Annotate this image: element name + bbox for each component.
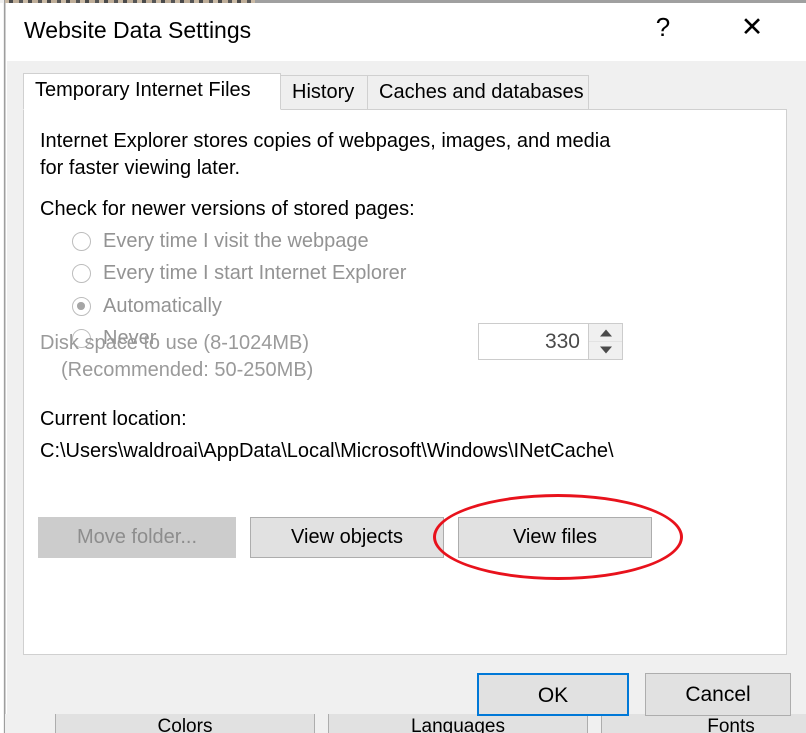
tab-label: History	[292, 81, 355, 103]
question-mark-icon: ?	[655, 12, 671, 42]
move-folder-button: Move folder...	[38, 517, 236, 558]
radio-unselected-icon	[72, 232, 91, 251]
close-button[interactable]: ✕	[724, 3, 780, 51]
spinner-down-icon[interactable]	[589, 341, 622, 358]
spinner-up-icon[interactable]	[589, 324, 622, 341]
dialog-body: Temporary Internet Files History Caches an…	[7, 61, 806, 716]
help-button[interactable]: ?	[635, 3, 691, 51]
description-line-2: for faster viewing later.	[40, 157, 241, 179]
cancel-button[interactable]: Cancel	[645, 673, 791, 716]
tab-caches-and-databases[interactable]: Caches and databases	[367, 75, 589, 110]
description-line-1: Internet Explorer stores copies of webpa…	[40, 130, 611, 152]
ok-button[interactable]: OK	[477, 673, 629, 716]
view-objects-button[interactable]: View objects	[250, 517, 444, 558]
tab-label: Caches and databases	[379, 81, 584, 103]
tab-label: Temporary Internet Files	[35, 79, 251, 101]
background-button-colors: Colors	[55, 712, 315, 733]
current-location-label: Current location:	[40, 408, 187, 430]
tab-history[interactable]: History	[280, 75, 368, 110]
spinner-buttons	[588, 324, 622, 359]
dialog-title-bar: Website Data Settings ? ✕	[6, 3, 806, 61]
dialog-title: Website Data Settings	[24, 17, 252, 43]
radio-option-label: Automatically	[103, 295, 222, 317]
close-icon: ✕	[740, 12, 764, 42]
disk-space-spinner[interactable]: 330	[478, 323, 623, 360]
disk-space-label-line-2: (Recommended: 50-250MB)	[61, 359, 314, 381]
radio-unselected-icon	[72, 264, 91, 283]
check-newer-versions-label: Check for newer versions of stored pages…	[40, 198, 415, 220]
current-location-path: C:\Users\waldroai\AppData\Local\Microsof…	[40, 440, 614, 462]
tab-temporary-internet-files[interactable]: Temporary Internet Files	[23, 73, 281, 110]
website-data-settings-dialog: Website Data Settings ? ✕ Temporary Inte…	[5, 3, 806, 716]
tab-content-panel: Internet Explorer stores copies of webpa…	[23, 109, 787, 655]
radio-option-label: Every time I visit the webpage	[103, 230, 369, 252]
radio-option-label: Every time I start Internet Explorer	[103, 262, 407, 284]
radio-selected-icon	[72, 297, 91, 316]
background-window-left-fill	[0, 3, 3, 733]
view-files-button[interactable]: View files	[458, 517, 652, 558]
disk-space-value[interactable]: 330	[545, 324, 580, 359]
disk-space-label-line-1: Disk space to use (8-1024MB)	[40, 332, 310, 354]
